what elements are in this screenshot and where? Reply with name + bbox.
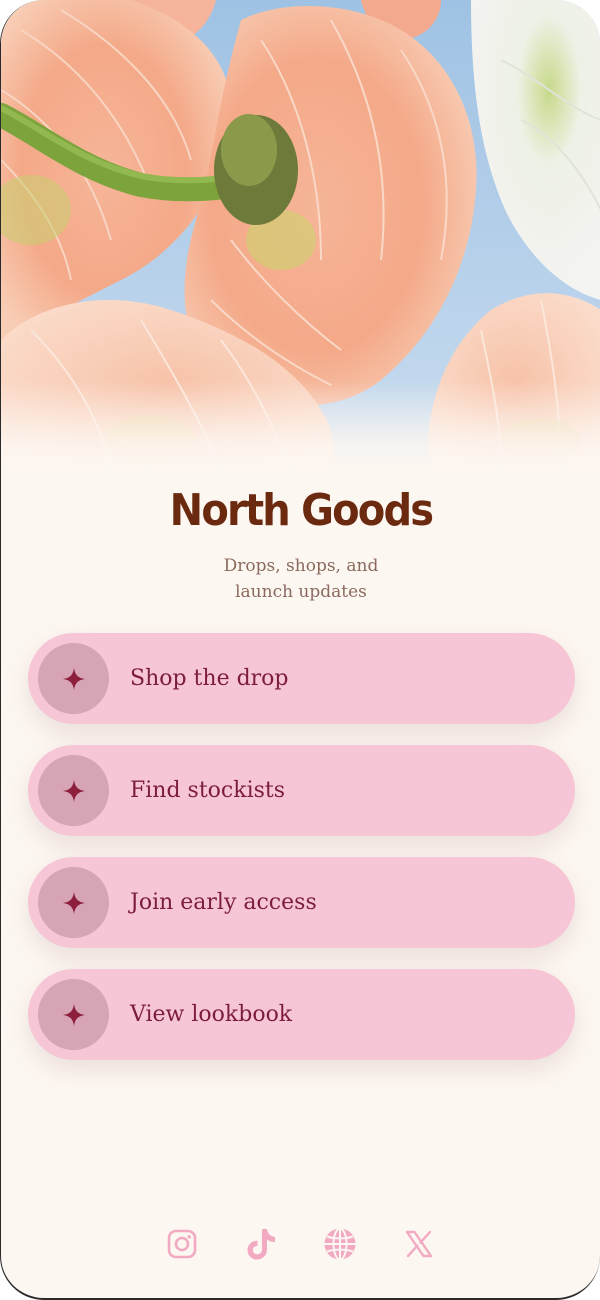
hero-image	[1, 0, 600, 470]
link-label: Join early access	[130, 890, 317, 915]
sparkle-icon	[38, 979, 109, 1050]
link-list: Shop the drop Find stockists Join early …	[28, 633, 575, 1081]
link-label: View lookbook	[130, 1002, 293, 1027]
link-button-view-lookbook[interactable]: View lookbook	[28, 969, 575, 1060]
globe-icon[interactable]	[320, 1224, 360, 1264]
tiktok-icon[interactable]	[241, 1224, 281, 1264]
phone-frame: North Goods Drops, shops, and launch upd…	[0, 0, 600, 1300]
hero-fade	[1, 380, 600, 470]
x-icon[interactable]	[399, 1224, 439, 1264]
sparkle-icon	[38, 643, 109, 714]
link-button-find-stockists[interactable]: Find stockists	[28, 745, 575, 836]
link-button-shop-the-drop[interactable]: Shop the drop	[28, 633, 575, 724]
link-button-join-early-access[interactable]: Join early access	[28, 857, 575, 948]
tagline-line: Drops, shops, and	[223, 556, 379, 576]
instagram-icon[interactable]	[162, 1224, 202, 1264]
tagline-line: launch updates	[235, 582, 367, 602]
social-links	[1, 1224, 600, 1264]
page-tagline: Drops, shops, and launch updates	[151, 553, 451, 605]
sparkle-icon	[38, 867, 109, 938]
link-label: Find stockists	[130, 778, 286, 803]
link-label: Shop the drop	[130, 666, 289, 691]
sparkle-icon	[38, 755, 109, 826]
page-title: North Goods	[169, 486, 434, 536]
